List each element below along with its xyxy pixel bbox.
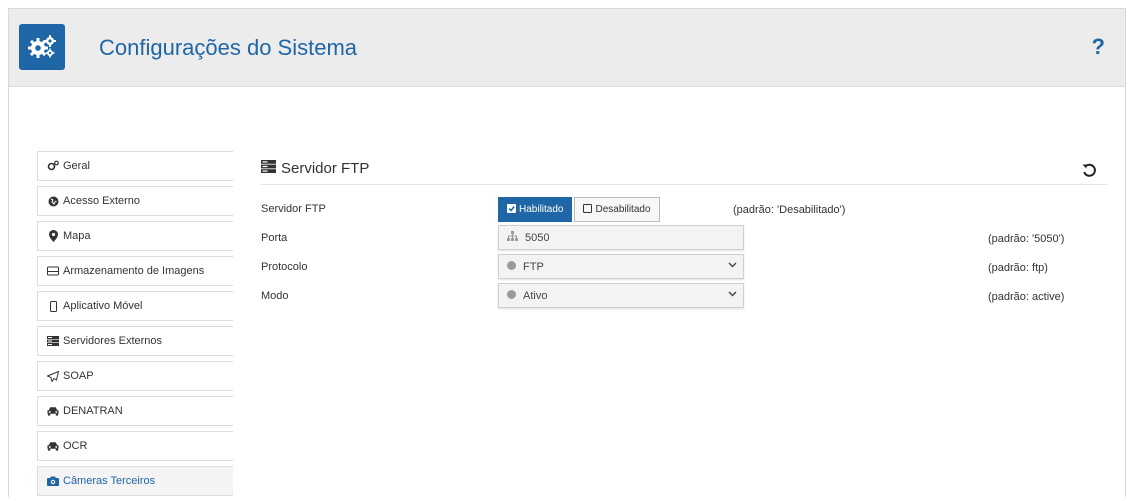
protocolo-value: FTP — [523, 260, 544, 273]
checkbox-checked-icon — [507, 203, 516, 216]
settings-sidebar: Geral Acesso Externo Mapa Armazenamento … — [37, 151, 233, 501]
section-title-text: Servidor FTP — [281, 160, 370, 177]
enabled-button[interactable]: Habilitado — [498, 197, 573, 222]
row-modo: Modo Ativo (padrão: active) — [261, 282, 1107, 311]
sidebar-item-soap[interactable]: SOAP — [37, 361, 233, 391]
gears-logo-icon — [19, 24, 65, 70]
sidebar-item-label: DENATRAN — [63, 405, 123, 417]
hdd-icon — [47, 265, 59, 277]
map-marker-icon — [47, 230, 59, 242]
chevron-down-icon — [728, 260, 737, 271]
server-icon — [261, 160, 276, 177]
page-title: Configurações do Sistema — [99, 35, 358, 60]
camera-icon — [47, 475, 59, 487]
field-label: Porta — [261, 232, 288, 244]
car-icon — [47, 405, 59, 417]
porta-input[interactable]: 5050 — [498, 225, 744, 250]
field-label: Protocolo — [261, 261, 308, 273]
server-icon — [47, 335, 59, 347]
sidebar-item-label: Geral — [63, 160, 90, 172]
sidebar-item-label: Aplicativo Móvel — [63, 300, 143, 312]
default-hint: (padrão: 'Desabilitado') — [733, 204, 846, 216]
checkbox-empty-icon — [583, 203, 593, 216]
sidebar-item-aplicativo-movel[interactable]: Aplicativo Móvel — [37, 291, 233, 321]
protocolo-select[interactable]: FTP — [498, 254, 744, 279]
app-window: Configurações do Sistema ? Geral Acesso … — [8, 8, 1126, 498]
paper-plane-icon — [47, 370, 59, 382]
header-bar: Configurações do Sistema ? — [9, 9, 1125, 87]
section-header: Servidor FTP — [261, 151, 1107, 185]
modo-select[interactable]: Ativo — [498, 283, 744, 308]
field-label: Servidor FTP — [261, 203, 326, 215]
sidebar-item-denatran[interactable]: DENATRAN — [37, 396, 233, 426]
sidebar-item-label: SOAP — [63, 370, 94, 382]
sidebar-item-label: Armazenamento de Imagens — [63, 265, 205, 277]
porta-value: 5050 — [525, 231, 550, 244]
sidebar-item-ocr[interactable]: OCR — [37, 431, 233, 461]
sidebar-item-geral[interactable]: Geral — [37, 151, 233, 181]
section-title: Servidor FTP — [261, 160, 369, 177]
globe-icon — [507, 260, 516, 273]
mobile-icon — [47, 300, 59, 312]
content-area: Geral Acesso Externo Mapa Armazenamento … — [9, 88, 1125, 498]
sidebar-item-label: Servidores Externos — [63, 335, 163, 347]
reset-icon[interactable] — [1082, 163, 1097, 183]
sidebar-item-label: Mapa — [63, 230, 91, 242]
modo-value: Ativo — [523, 289, 548, 302]
default-hint: (padrão: '5050') — [988, 233, 1065, 245]
row-protocolo: Protocolo FTP (padrão: ftp) — [261, 253, 1107, 282]
gears-icon — [47, 160, 59, 172]
enabled-label: Habilitado — [519, 204, 564, 215]
globe-icon — [507, 289, 516, 302]
default-hint: (padrão: ftp) — [988, 262, 1048, 274]
sidebar-item-servidores-externos[interactable]: Servidores Externos — [37, 326, 233, 356]
disabled-label: Desabilitado — [595, 204, 651, 215]
sidebar-item-acesso-externo[interactable]: Acesso Externo — [37, 186, 233, 216]
sidebar-item-label: Câmeras Terceiros — [63, 475, 156, 487]
sidebar-item-mapa[interactable]: Mapa — [37, 221, 233, 251]
field-label: Modo — [261, 290, 289, 302]
help-button[interactable]: ? — [1092, 34, 1105, 60]
car-icon — [47, 440, 59, 452]
settings-panel: Servidor FTP Servidor FTP Habilitado Des… — [261, 151, 1107, 311]
sidebar-item-armazenamento[interactable]: Armazenamento de Imagens — [37, 256, 233, 286]
sidebar-item-cameras-terceiros[interactable]: Câmeras Terceiros — [37, 466, 233, 496]
disabled-button[interactable]: Desabilitado — [574, 197, 660, 222]
default-hint: (padrão: active) — [988, 291, 1065, 303]
servidor-ftp-toggle: Habilitado Desabilitado — [498, 197, 660, 222]
row-servidor-ftp: Servidor FTP Habilitado Desabilitado (pa… — [261, 195, 1107, 224]
sitemap-icon — [507, 231, 518, 244]
sidebar-item-label: OCR — [63, 440, 88, 452]
globe-icon — [47, 195, 59, 207]
sidebar-item-label: Acesso Externo — [63, 195, 141, 207]
chevron-down-icon — [728, 289, 737, 300]
row-porta: Porta 5050 (padrão: '5050') — [261, 224, 1107, 253]
